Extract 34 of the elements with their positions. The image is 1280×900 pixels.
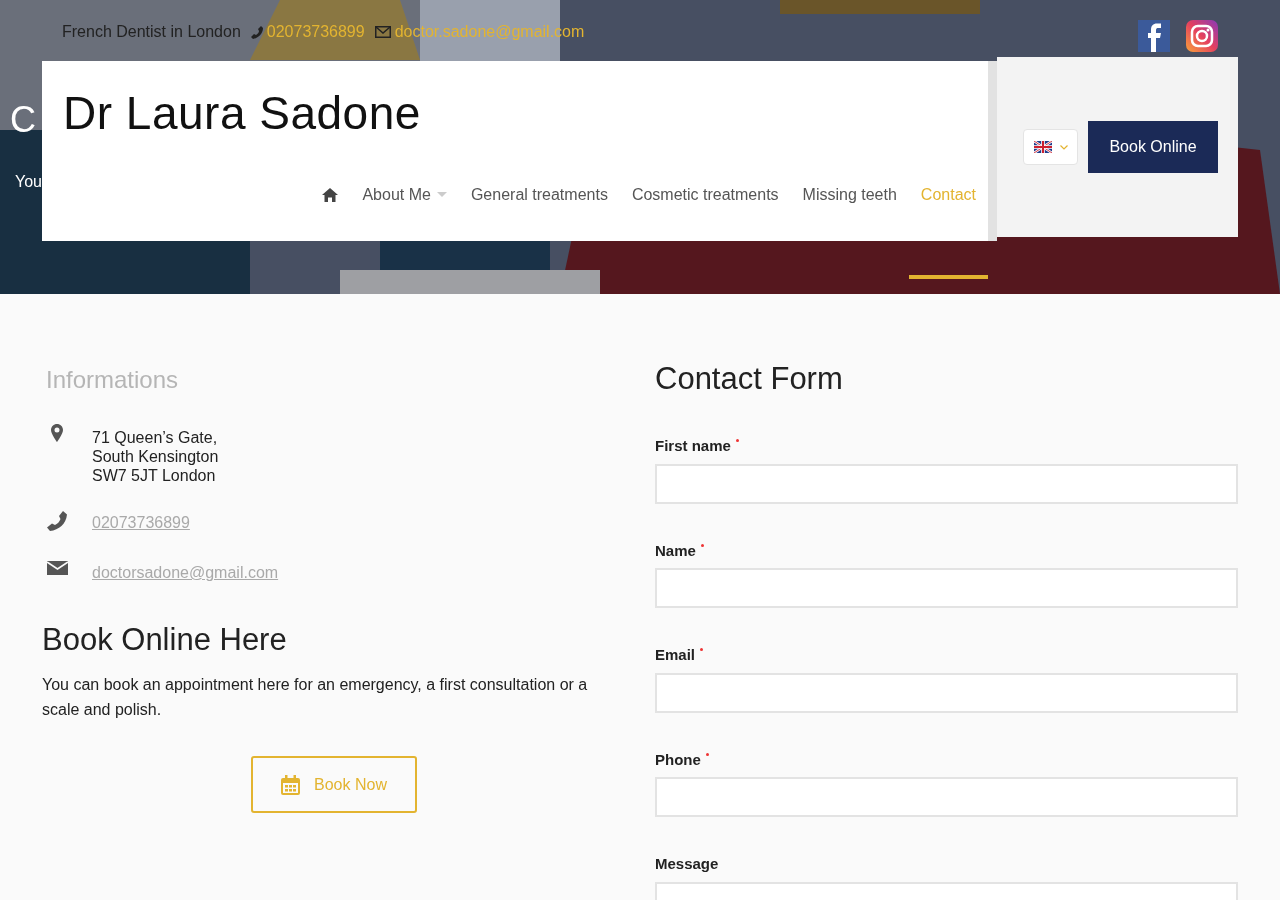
facebook-icon[interactable] (1138, 20, 1170, 52)
nav-link[interactable]: Missing teeth (790, 177, 909, 213)
location-pin-icon (51, 424, 63, 442)
hero-title: C (10, 102, 36, 138)
form-heading: Contact Form (655, 360, 844, 398)
mail-icon (374, 26, 391, 38)
calendar-icon (281, 774, 301, 795)
nav-link[interactable]: Cosmetic treatments (619, 177, 791, 213)
hero-subtitle: You (15, 172, 42, 192)
nav-link[interactable]: General treatments (458, 177, 620, 213)
instagram-icon[interactable] (1186, 20, 1218, 52)
description-text: You can book an appointment here for an emergency, a first consultation or a scale and polish. (42, 675, 589, 721)
site-logo[interactable]: Dr Laura Sadone (63, 79, 421, 148)
language-selector[interactable] (1023, 129, 1078, 165)
field-label: Phone (655, 749, 701, 770)
input-field[interactable] (655, 672, 1238, 713)
input-field[interactable] (655, 777, 1238, 818)
tagline: French Dentist in London (62, 22, 241, 42)
section-heading: Book Online Here (42, 621, 288, 659)
field-label: Name (655, 540, 696, 561)
chevron-icon (1059, 144, 1068, 150)
field-label: First name (655, 436, 731, 457)
book-online-button[interactable]: Book Online (1088, 121, 1218, 173)
nav-link[interactable]: About Me (350, 177, 459, 213)
field-label: Message (655, 854, 719, 875)
mail-icon (46, 561, 68, 575)
phone-icon (250, 25, 263, 39)
address-text: 71 Queen’s Gate, South Kensington SW7 5JT London (92, 428, 219, 485)
section-heading: Informations (46, 365, 180, 395)
flag-icon (1033, 141, 1052, 153)
phone-icon (47, 511, 67, 531)
field-label: Email (655, 645, 696, 666)
input-field[interactable] (655, 463, 1238, 504)
input-field[interactable] (655, 568, 1238, 609)
